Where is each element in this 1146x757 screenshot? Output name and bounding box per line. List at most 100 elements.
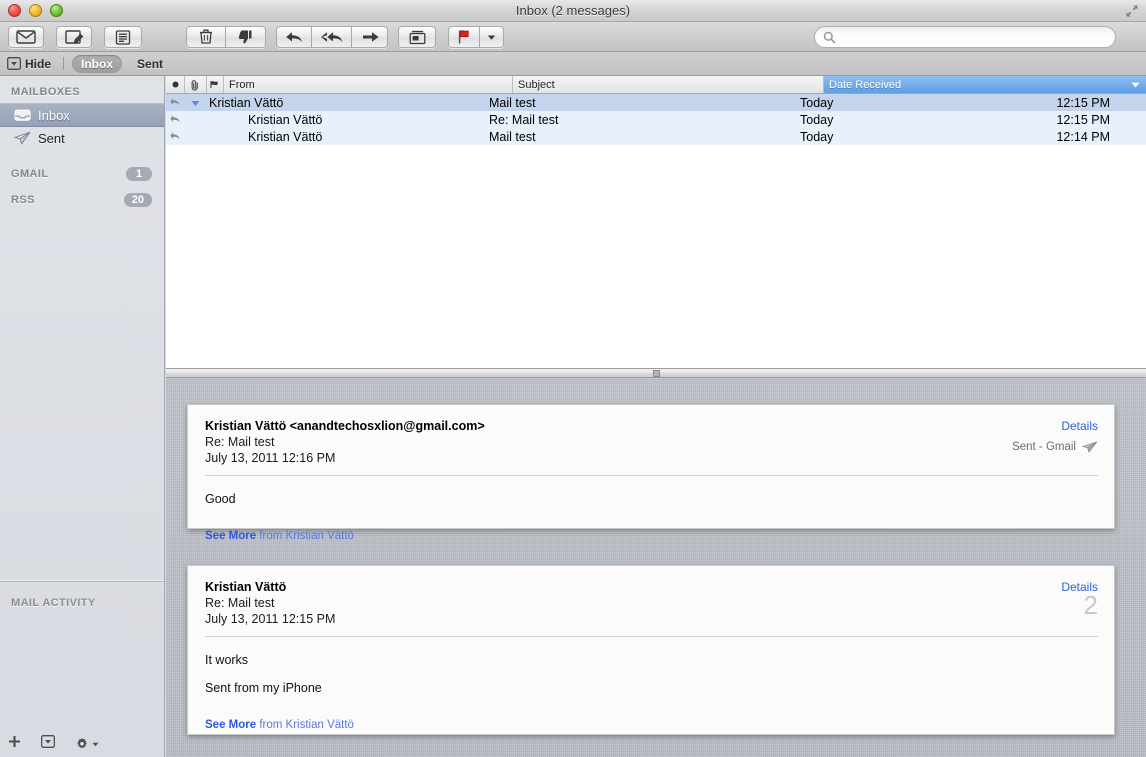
column-unread[interactable] — [166, 76, 185, 93]
settings-gear-button[interactable] — [75, 737, 99, 751]
message-from: Kristian Vättö <anandtechosxlion@gmail.c… — [205, 419, 485, 433]
column-subject[interactable]: Subject — [513, 76, 824, 93]
row-reply-icon — [166, 96, 185, 110]
favorites-divider — [63, 57, 65, 70]
message-body: Good — [188, 476, 1114, 530]
favorite-inbox[interactable]: Inbox — [72, 54, 123, 73]
thumbs-down-icon — [238, 30, 251, 44]
see-more-row[interactable]: See More from Kristian Vättö — [188, 719, 1114, 743]
row-from: Kristian Vättö — [248, 129, 323, 144]
paper-plane-icon — [1082, 441, 1098, 453]
table-row[interactable]: Kristian Vättö Mail test Today 12:14 PM — [166, 128, 1146, 145]
unread-dot-icon — [172, 81, 178, 88]
sidebar-group-gmail[interactable]: GMAIL 1 — [0, 161, 164, 187]
see-more-link[interactable]: See More — [205, 719, 256, 731]
gear-icon — [77, 738, 87, 749]
sidebar-group-badge: 1 — [126, 167, 152, 181]
message-card-header: Kristian Vättö <anandtechosxlion@gmail.c… — [188, 405, 1114, 473]
row-reply-icon — [166, 130, 185, 144]
delete-button[interactable] — [186, 26, 226, 48]
message-date: July 13, 2011 12:15 PM — [205, 612, 336, 626]
message-preview-pane: Kristian Vättö <anandtechosxlion@gmail.c… — [166, 378, 1146, 757]
column-attachment[interactable] — [185, 76, 207, 93]
message-from: Kristian Vättö — [205, 580, 287, 594]
search-icon — [823, 31, 836, 43]
row-time: 12:14 PM — [1056, 129, 1110, 144]
flag-dropdown-button[interactable] — [480, 26, 504, 48]
split-divider[interactable] — [166, 368, 1146, 378]
column-date-received[interactable]: Date Received — [824, 76, 1146, 93]
sidebar-group-badge: 20 — [123, 193, 152, 207]
resize-grip-icon[interactable] — [652, 369, 660, 377]
disclosure-down-icon — [7, 57, 21, 70]
add-mailbox-button[interactable] — [8, 735, 21, 753]
see-more-suffix: from Kristian Vättö — [259, 530, 354, 542]
flag-button[interactable] — [448, 26, 480, 48]
get-mail-button[interactable] — [8, 26, 44, 48]
archive-button[interactable] — [398, 26, 436, 48]
reply-arrow-icon — [170, 131, 180, 139]
chevron-down-icon — [92, 742, 99, 746]
row-from: Kristian Vättö — [209, 95, 284, 110]
search-input[interactable] — [840, 27, 1094, 47]
fullscreen-arrows-icon[interactable] — [1124, 3, 1140, 19]
sent-via-text: Sent - Gmail — [1012, 441, 1076, 453]
conversation-number: 2 — [1083, 590, 1098, 620]
sidebar-footer — [0, 731, 164, 757]
details-link[interactable]: Details — [1061, 419, 1098, 433]
row-thread-toggle[interactable] — [185, 96, 205, 110]
see-more-row[interactable]: See More from Kristian Vättö — [188, 530, 1114, 554]
forward-arrow-icon — [362, 32, 379, 42]
message-card[interactable]: Kristian Vättö Re: Mail test July 13, 20… — [187, 565, 1115, 735]
row-subject: Mail test — [489, 129, 536, 144]
table-row[interactable]: Kristian Vättö Mail test Today 12:15 PM — [166, 94, 1146, 111]
sidebar-item-sent[interactable]: Sent — [0, 127, 164, 149]
favorites-bar: Hide Inbox Sent — [0, 52, 1146, 76]
search-field[interactable] — [814, 26, 1116, 48]
column-flag[interactable] — [207, 76, 224, 93]
favorite-sent[interactable]: Sent — [128, 55, 172, 73]
sort-descending-triangle-icon — [1131, 82, 1140, 87]
envelope-icon — [16, 30, 36, 44]
reply-button[interactable] — [276, 26, 312, 48]
reply-all-button[interactable] — [312, 26, 352, 48]
forward-button[interactable] — [352, 26, 388, 48]
compose-button[interactable] — [56, 26, 92, 48]
row-subject: Re: Mail test — [489, 112, 559, 127]
message-card[interactable]: Kristian Vättö <anandtechosxlion@gmail.c… — [187, 404, 1115, 542]
column-date-received-label: Date Received — [829, 78, 902, 91]
message-list-empty-area — [166, 145, 1146, 368]
column-from[interactable]: From — [224, 76, 513, 93]
reply-arrow-icon — [170, 97, 180, 105]
sidebar-group-rss[interactable]: RSS 20 — [0, 187, 164, 213]
sidebar: MAILBOXES Inbox Sent GMAIL 1 RSS 20 MAIL… — [0, 76, 165, 757]
notes-button[interactable] — [104, 26, 142, 48]
paper-plane-icon — [14, 131, 32, 145]
chevron-down-icon — [487, 35, 496, 40]
sidebar-item-label: Inbox — [38, 107, 70, 123]
note-lines-icon — [115, 29, 131, 45]
message-card-header: Kristian Vättö Re: Mail test July 13, 20… — [188, 566, 1114, 634]
row-time: 12:15 PM — [1056, 112, 1110, 127]
sidebar-item-inbox[interactable]: Inbox — [0, 103, 164, 127]
compose-pencil-icon — [65, 30, 83, 44]
table-row[interactable]: Kristian Vättö Re: Mail test Today 12:15… — [166, 111, 1146, 128]
inbox-tray-icon — [14, 108, 32, 122]
plus-icon — [9, 736, 20, 747]
red-flag-icon — [458, 30, 469, 44]
row-time: 12:15 PM — [1056, 95, 1110, 110]
junk-button[interactable] — [226, 26, 266, 48]
see-more-link[interactable]: See More — [205, 530, 256, 542]
sidebar-divider — [0, 580, 164, 582]
message-list-pane: From Subject Date Received Kristian Vätt — [166, 76, 1146, 368]
trash-icon — [200, 29, 212, 44]
hide-sidebar-button[interactable]: Hide — [7, 57, 51, 71]
message-body-line: Good — [205, 492, 236, 506]
page-title: Inbox (2 messages) — [515, 3, 631, 18]
toolbar — [0, 22, 1146, 52]
hide-sidebar-label: Hide — [25, 56, 52, 71]
row-subject: Mail test — [489, 95, 536, 110]
message-subject: Re: Mail test — [205, 435, 275, 449]
action-filter-button[interactable] — [41, 735, 55, 753]
disclosure-down-icon — [41, 735, 55, 748]
